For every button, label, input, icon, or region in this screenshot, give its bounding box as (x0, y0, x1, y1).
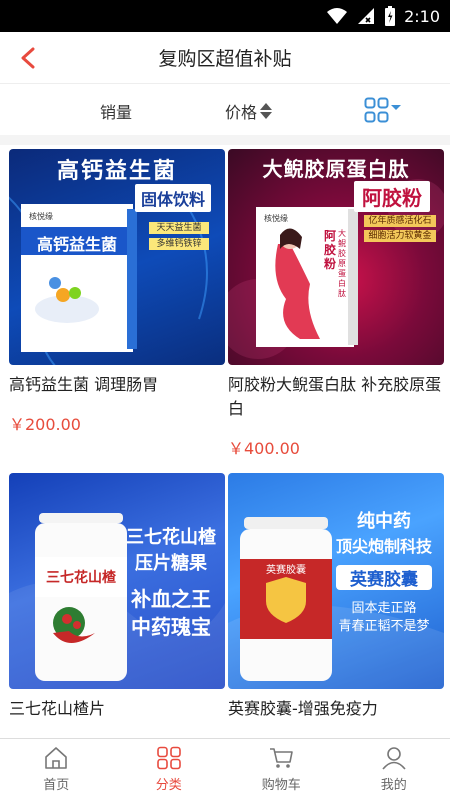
bottle-label: 三七花山楂 (46, 570, 116, 586)
poster-tag: 亿年质感活化石 (368, 216, 432, 226)
sort-bar: 销量 价格 (0, 85, 450, 135)
sort-price-label: 价格 (225, 103, 258, 122)
poster-subhead: 固体饮料 (134, 184, 211, 212)
poster-subhead: 顶尖炮制科技 (335, 537, 432, 556)
tab-label: 购物车 (261, 778, 301, 793)
product-title[interactable]: 英赛胶囊-增强免疫力 (228, 697, 444, 721)
layout-toggle-button[interactable] (364, 97, 404, 125)
product-card[interactable]: 纯中药 顶尖炮制科技 英赛胶囊 固本走正路 青春正韬不是梦 英赛胶囊 英赛胶囊-… (228, 473, 444, 721)
poster-line: 中药瑰宝 (131, 615, 211, 639)
tab-cart[interactable]: 购物车 (225, 739, 338, 800)
wifi-icon (327, 8, 348, 24)
poster-subhead: 阿胶粉 (354, 181, 430, 212)
poster-headline: 三七花山楂 (126, 527, 216, 548)
poster-tag: 多维钙铁锌 (156, 239, 202, 249)
product-price: ￥200.00 (9, 415, 81, 434)
poster-headline: 纯中药 (357, 511, 411, 532)
poster-subhead: 压片糖果 (135, 553, 207, 574)
tab-label: 首页 (43, 778, 70, 793)
product-card[interactable]: 三七花山楂 压片糖果 补血之王 中药瑰宝 三七花山楂 三七花山楂片 (9, 473, 225, 721)
status-time: 2:10 (404, 6, 440, 26)
product-image[interactable]: 三七花山楂 压片糖果 补血之王 中药瑰宝 三七花山楂 (9, 473, 225, 689)
tab-label: 分类 (155, 778, 182, 793)
status-bar: 2:10 (0, 0, 450, 32)
status-icons: 2:10 (326, 5, 440, 27)
product-title[interactable]: 高钙益生菌 调理肠胃 (9, 373, 225, 397)
box-brand: 核悦缘 (264, 214, 288, 223)
user-icon (382, 747, 406, 770)
signal-icon (358, 8, 375, 24)
product-card[interactable]: 大鲵胶原蛋白肽 阿胶粉 亿年质感活化石 细胞活力软黄金 核悦缘 阿胶粉 大鲵胶原… (228, 149, 444, 459)
product-card[interactable]: 高钙益生菌 固体饮料 天天益生菌 多维钙铁锌 核悦缘 高钙益生菌 高钙益生菌 调… (9, 149, 225, 435)
bottom-tab-bar: 首页 分类 购物车 我的 (0, 738, 450, 800)
box-sublabel: 大鲵胶原蛋白肽 (338, 229, 346, 298)
poster-line: 补血之王 (131, 587, 211, 611)
sort-by-sales[interactable]: 销量 (100, 99, 132, 123)
product-image[interactable]: 纯中药 顶尖炮制科技 英赛胶囊 固本走正路 青春正韬不是梦 英赛胶囊 (228, 473, 444, 689)
box-label: 高钙益生菌 (36, 235, 117, 254)
cart-icon (270, 748, 294, 768)
poster-line: 青春正韬不是梦 (338, 619, 430, 634)
bottle-label: 英赛胶囊 (266, 565, 306, 576)
section-divider (0, 135, 450, 145)
poster-line: 固本走正路 (351, 601, 417, 616)
page-title: 复购区超值补贴 (158, 48, 292, 70)
tab-label: 我的 (380, 778, 407, 793)
poster-headline: 大鲵胶原蛋白肽 (262, 157, 410, 181)
tab-category[interactable]: 分类 (113, 739, 226, 800)
tab-home[interactable]: 首页 (0, 739, 113, 800)
product-price: ￥400.00 (228, 439, 300, 458)
poster-headline: 高钙益生菌 (56, 159, 177, 184)
box-label: 阿胶粉 (324, 229, 337, 271)
category-icon (156, 746, 181, 770)
poster-name: 英赛胶囊 (336, 565, 432, 590)
sort-arrows-icon (260, 103, 273, 119)
poster-tag: 细胞活力软黄金 (368, 231, 432, 241)
poster-tag: 天天益生菌 (156, 223, 202, 233)
product-image[interactable]: 大鲵胶原蛋白肽 阿胶粉 亿年质感活化石 细胞活力软黄金 核悦缘 阿胶粉 大鲵胶原… (228, 149, 444, 365)
box-brand: 核悦缘 (29, 212, 53, 221)
product-image[interactable]: 高钙益生菌 固体饮料 天天益生菌 多维钙铁锌 核悦缘 高钙益生菌 (9, 149, 225, 365)
product-title[interactable]: 三七花山楂片 (9, 697, 225, 721)
tab-profile[interactable]: 我的 (338, 739, 450, 800)
product-title[interactable]: 阿胶粉大鲵蛋白肽 补充胶原蛋白 (228, 373, 444, 421)
battery-icon (385, 6, 396, 26)
sort-by-price[interactable]: 价格 (225, 99, 273, 123)
nav-bar: 复购区超值补贴 (0, 32, 450, 84)
grid-view-icon (364, 97, 401, 123)
home-icon (45, 747, 68, 769)
